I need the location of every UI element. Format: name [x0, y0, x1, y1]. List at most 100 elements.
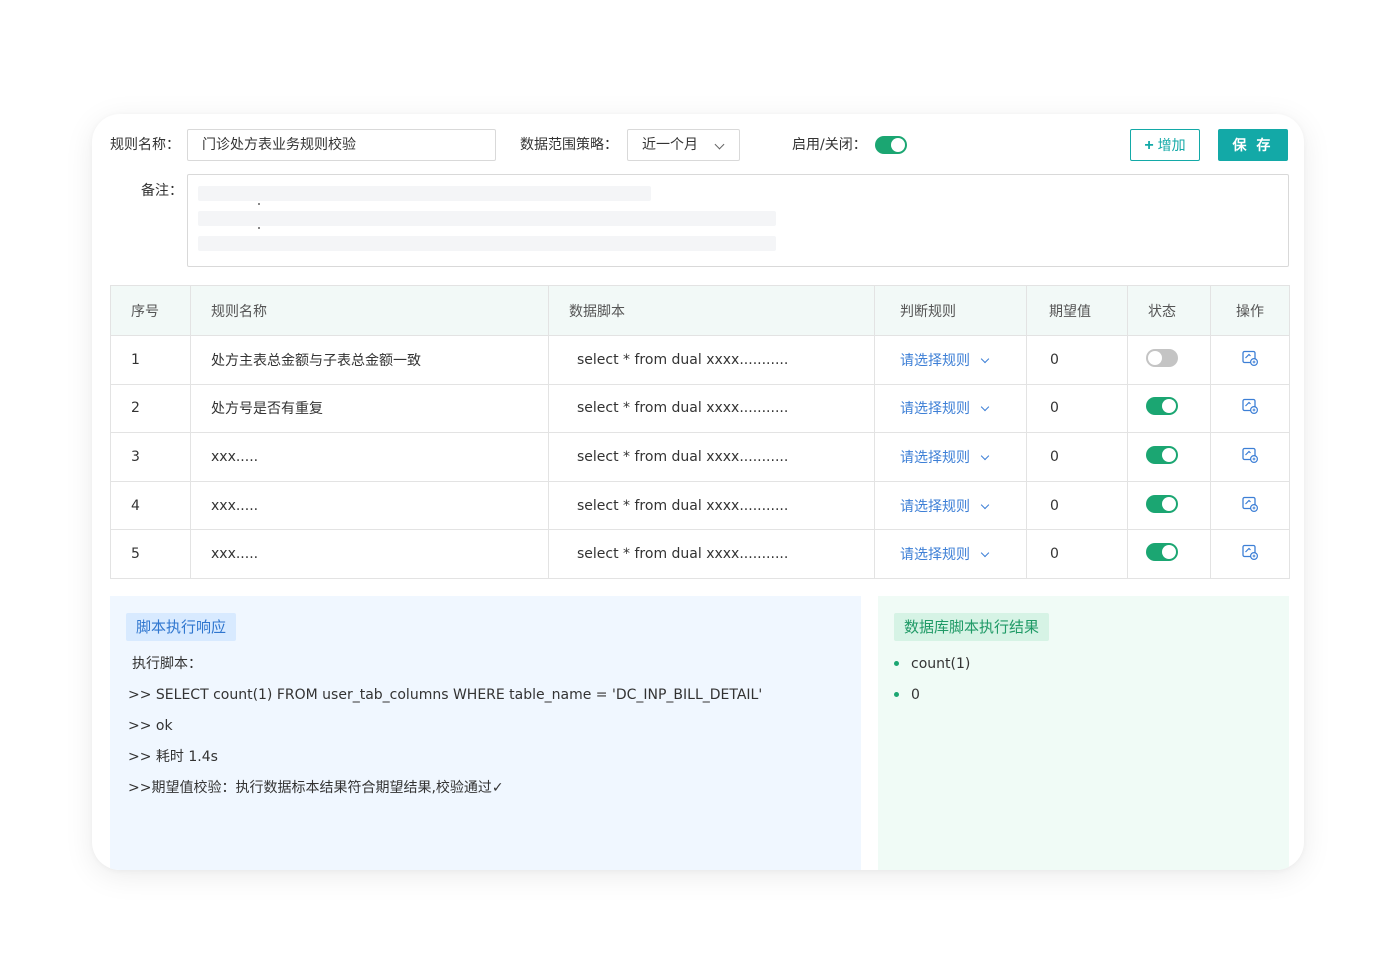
row-action	[1210, 432, 1290, 482]
log-line: >>期望值校验：执行数据标本结果符合期望结果,校验通过✓	[128, 780, 504, 796]
result-item: count(1)	[894, 654, 970, 674]
table-row: 2 处方号是否有重复 select * from dual xxxx........…	[110, 383, 1290, 434]
script-response-title: 脚本执行响应	[126, 613, 237, 641]
toggle-knob	[1162, 496, 1176, 511]
row-rule-select[interactable]: 请选择规则	[874, 529, 1027, 579]
bullet-icon	[894, 661, 899, 666]
row-status	[1127, 335, 1211, 385]
toggle-knob	[1162, 399, 1176, 414]
table-header-row: 序号 规则名称 数据脚本 判断规则 期望值 状态 操作	[110, 285, 1290, 336]
row-expect: 0	[1026, 383, 1128, 434]
result-item: 0	[894, 685, 920, 705]
chevron-down-icon	[980, 500, 990, 509]
placeholder-dot	[258, 203, 260, 205]
db-result-title: 数据库脚本执行结果	[894, 613, 1050, 641]
col-header-no: 序号	[110, 285, 191, 336]
rule-name-label: 规则名称：	[110, 137, 180, 153]
col-header-expect: 期望值	[1026, 285, 1128, 336]
row-status	[1127, 529, 1211, 579]
rules-table: 序号 规则名称 数据脚本 判断规则 期望值 状态 操作 1 处方主表总金额与子表总…	[110, 285, 1290, 579]
scope-select-value: 近一个月	[642, 137, 698, 153]
row-action	[1210, 383, 1290, 434]
rule-config-card: 规则名称： 门诊处方表业务规则校验 数据范围策略： 近一个月 启用/关闭： + 增…	[92, 114, 1304, 870]
scope-label: 数据范围策略：	[520, 137, 618, 153]
chevron-down-icon	[980, 451, 990, 461]
toggle-knob	[1148, 350, 1162, 365]
row-action	[1210, 480, 1290, 531]
bullet-icon	[894, 692, 899, 697]
status-toggle[interactable]	[1146, 397, 1178, 416]
rule-select-text: 请选择规则	[900, 352, 970, 369]
col-header-script: 数据脚本	[548, 285, 875, 336]
table-row: 3 xxx..... select * from dual xxxx........…	[110, 432, 1290, 482]
enable-toggle[interactable]	[875, 136, 907, 154]
toggle-knob	[1162, 545, 1176, 560]
row-rule-select[interactable]: 请选择规则	[874, 432, 1027, 482]
plus-icon: +	[1144, 137, 1154, 154]
log-line: >> SELECT count(1) FROM user_tab_columns…	[128, 687, 763, 703]
row-rule-select[interactable]: 请选择规则	[874, 383, 1027, 434]
rule-select-text: 请选择规则	[900, 547, 970, 564]
row-rule-name: xxx.....	[190, 480, 549, 531]
row-no: 1	[110, 335, 191, 385]
edit-icon[interactable]	[1241, 543, 1259, 561]
row-script: select * from dual xxxx...........	[548, 432, 875, 482]
row-expect: 0	[1026, 480, 1128, 531]
col-header-rule: 判断规则	[874, 285, 1027, 336]
log-line: >> ok	[128, 718, 173, 734]
placeholder-dot	[258, 227, 260, 229]
row-no: 4	[110, 480, 191, 531]
rule-select-text: 请选择规则	[900, 498, 970, 515]
row-rule-select[interactable]: 请选择规则	[874, 480, 1027, 531]
col-header-action: 操作	[1210, 285, 1290, 336]
add-button[interactable]: + 增加	[1130, 129, 1200, 161]
rule-select-text: 请选择规则	[900, 449, 970, 466]
db-result-panel: 数据库脚本执行结果 count(1) 0	[878, 596, 1289, 870]
edit-icon[interactable]	[1241, 446, 1259, 464]
placeholder-line	[198, 211, 776, 226]
status-toggle[interactable]	[1146, 445, 1178, 464]
script-response-panel: 脚本执行响应 执行脚本： >> SELECT count(1) FROM use…	[110, 596, 861, 870]
row-no: 5	[110, 529, 191, 579]
log-line: 执行脚本：	[132, 656, 202, 672]
row-status	[1127, 432, 1211, 482]
toggle-knob	[1162, 447, 1176, 462]
chevron-down-icon	[980, 548, 990, 558]
row-rule-select[interactable]: 请选择规则	[874, 335, 1027, 385]
status-toggle[interactable]	[1146, 348, 1178, 367]
col-header-name: 规则名称	[190, 285, 549, 336]
log-line: >> 耗时 1.4s	[128, 749, 218, 765]
status-toggle[interactable]	[1146, 543, 1178, 562]
row-status	[1127, 480, 1211, 531]
remark-textarea[interactable]	[187, 174, 1289, 267]
edit-icon[interactable]	[1241, 349, 1259, 367]
row-script: select * from dual xxxx...........	[548, 480, 875, 531]
row-rule-name: xxx.....	[190, 432, 549, 482]
save-button[interactable]: 保 存	[1218, 129, 1288, 161]
remark-label: 备注：	[141, 183, 183, 199]
edit-icon[interactable]	[1241, 397, 1259, 415]
row-action	[1210, 529, 1290, 579]
chevron-down-icon	[980, 403, 990, 412]
row-expect: 0	[1026, 529, 1128, 579]
scope-select[interactable]: 近一个月	[627, 129, 740, 161]
result-item-text: 0	[911, 687, 920, 703]
toggle-knob	[891, 138, 905, 152]
status-toggle[interactable]	[1146, 494, 1178, 513]
table-row: 4 xxx..... select * from dual xxxx........…	[110, 480, 1290, 531]
placeholder-line	[198, 186, 651, 201]
table-row: 1 处方主表总金额与子表总金额一致 select * from dual xxxx.…	[110, 335, 1290, 385]
chevron-down-icon	[714, 139, 725, 150]
row-rule-name: 处方号是否有重复	[190, 383, 549, 434]
enable-label: 启用/关闭：	[792, 137, 867, 153]
row-no: 2	[110, 383, 191, 434]
rule-select-text: 请选择规则	[900, 401, 970, 418]
row-status	[1127, 383, 1211, 434]
row-script: select * from dual xxxx...........	[548, 335, 875, 385]
row-rule-name: 处方主表总金额与子表总金额一致	[190, 335, 549, 385]
result-item-text: count(1)	[911, 656, 971, 672]
edit-icon[interactable]	[1241, 495, 1259, 513]
row-script: select * from dual xxxx...........	[548, 529, 875, 579]
rule-name-input[interactable]: 门诊处方表业务规则校验	[187, 129, 496, 161]
col-header-status: 状态	[1127, 285, 1211, 336]
